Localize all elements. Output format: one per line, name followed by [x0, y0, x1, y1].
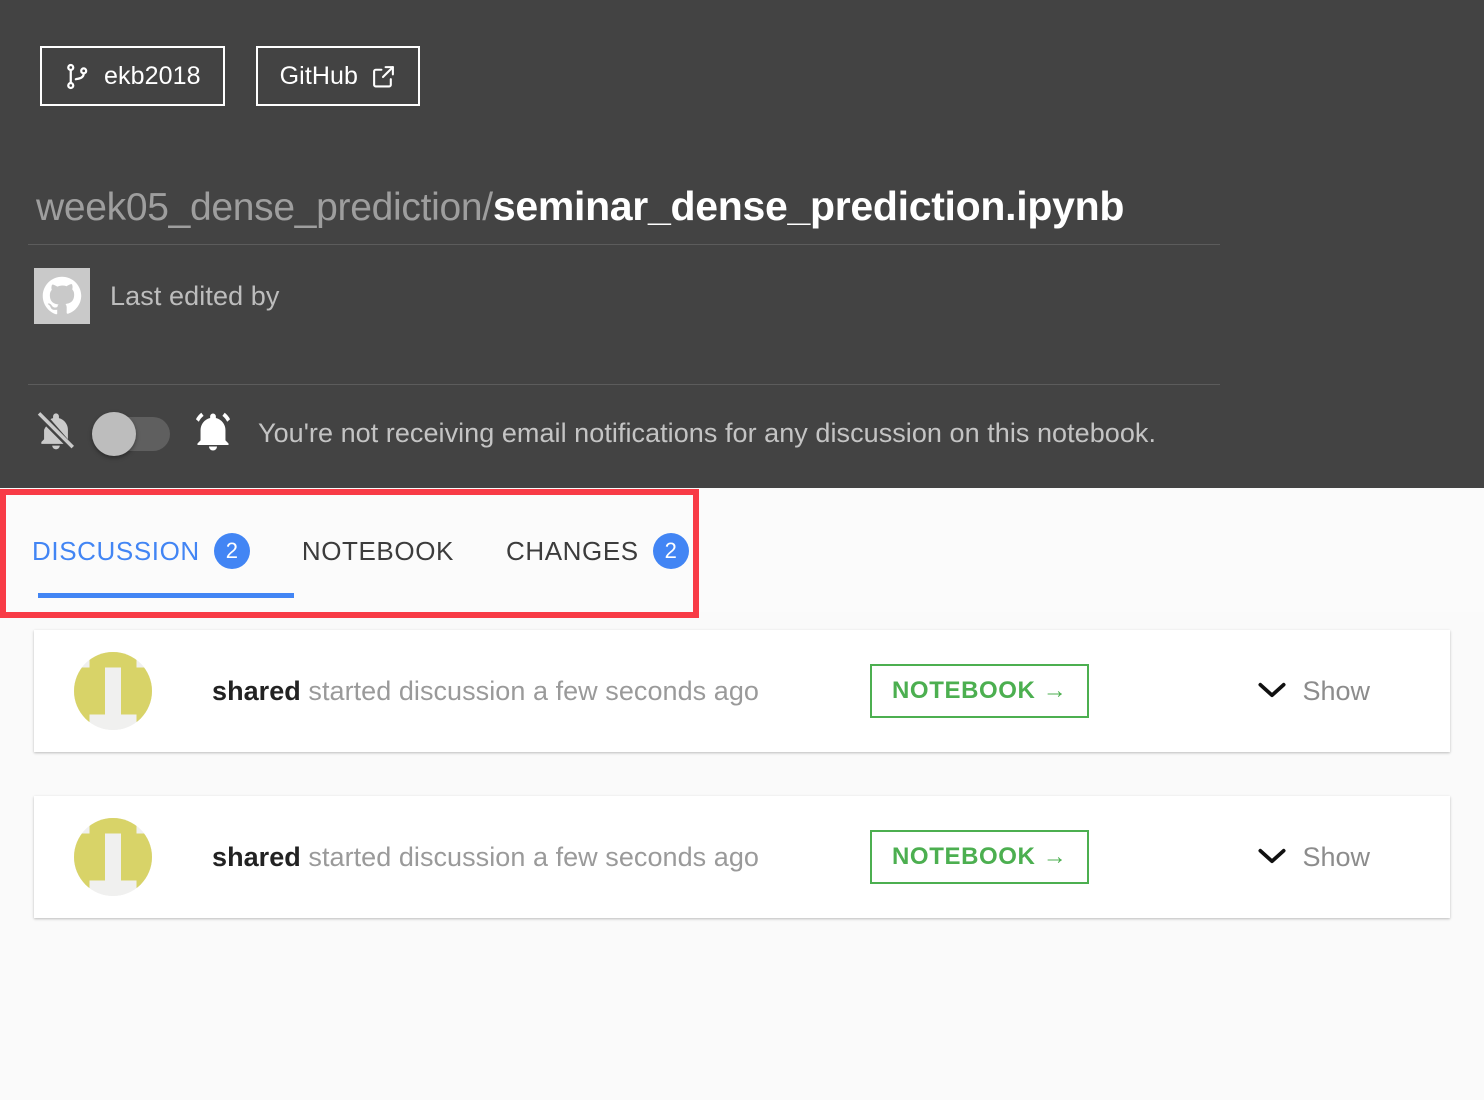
discussion-summary: shared started discussion a few seconds …: [212, 842, 759, 873]
github-button-label: GitHub: [279, 61, 359, 90]
tab-notebook-label: NOTEBOOK: [301, 535, 454, 566]
page-title: week05_dense_prediction/seminar_dense_pr…: [36, 183, 1221, 229]
github-octocat-icon: [34, 268, 90, 324]
show-toggle-button[interactable]: Show: [1258, 676, 1370, 707]
discussion-author: shared: [212, 841, 301, 872]
notification-settings-row: You're not receiving email notifications…: [34, 408, 1156, 459]
tab-bar: DISCUSSION 2 NOTEBOOK CHANGES 2: [0, 490, 1484, 612]
chevron-down-icon: [1258, 681, 1286, 702]
tab-changes-badge: 2: [652, 533, 689, 569]
tab-changes-label: CHANGES: [505, 535, 639, 566]
header-button-group: ekb2018 GitHub: [40, 46, 421, 106]
tab-discussion-badge: 2: [213, 533, 250, 569]
notebook-discussion-page: ekb2018 GitHub week05_dense_prediction/s…: [0, 0, 1484, 1100]
notification-message: You're not receiving email notifications…: [258, 418, 1157, 448]
list-item[interactable]: shared started discussion a few seconds …: [34, 630, 1450, 752]
active-tab-underline: [38, 593, 294, 598]
identicon-avatar: [74, 652, 152, 730]
toggle-knob: [92, 411, 136, 456]
header-divider-top: [28, 244, 1220, 245]
notification-toggle[interactable]: [92, 411, 170, 456]
last-edited-row: Last edited by: [34, 268, 280, 324]
show-label: Show: [1302, 841, 1370, 872]
page-header: ekb2018 GitHub week05_dense_prediction/s…: [0, 0, 1484, 488]
open-notebook-button[interactable]: NOTEBOOK →: [870, 830, 1090, 884]
last-edited-label: Last edited by: [110, 280, 280, 311]
list-item[interactable]: shared started discussion a few seconds …: [34, 796, 1450, 918]
discussion-author: shared: [212, 675, 301, 706]
tab-discussion[interactable]: DISCUSSION 2: [28, 490, 294, 612]
github-button[interactable]: GitHub: [255, 46, 421, 106]
show-toggle-button[interactable]: Show: [1258, 842, 1370, 873]
discussion-action: started discussion a few seconds ago: [300, 841, 759, 872]
tab-notebook[interactable]: NOTEBOOK: [276, 490, 480, 612]
external-link-icon: [371, 64, 396, 89]
branch-button-label: ekb2018: [104, 61, 201, 90]
branch-icon: [64, 62, 91, 91]
notebook-filename: seminar_dense_prediction.ipynb: [492, 183, 1125, 229]
discussion-summary: shared started discussion a few seconds …: [212, 676, 759, 707]
discussion-list: shared started discussion a few seconds …: [0, 630, 1484, 962]
tab-changes[interactable]: CHANGES 2: [480, 490, 715, 612]
bell-ring-icon: [190, 408, 236, 459]
notebook-path: week05_dense_prediction/: [36, 186, 493, 229]
tab-list: DISCUSSION 2 NOTEBOOK CHANGES 2: [28, 490, 715, 612]
open-notebook-button[interactable]: NOTEBOOK →: [870, 664, 1090, 718]
branch-button[interactable]: ekb2018: [40, 46, 225, 106]
header-divider-bottom: [28, 384, 1220, 385]
chevron-down-icon: [1258, 847, 1286, 868]
bell-off-icon: [34, 409, 78, 458]
tab-discussion-label: DISCUSSION: [32, 535, 200, 566]
show-label: Show: [1302, 675, 1370, 706]
identicon-avatar: [74, 818, 152, 896]
discussion-action: started discussion a few seconds ago: [300, 675, 759, 706]
